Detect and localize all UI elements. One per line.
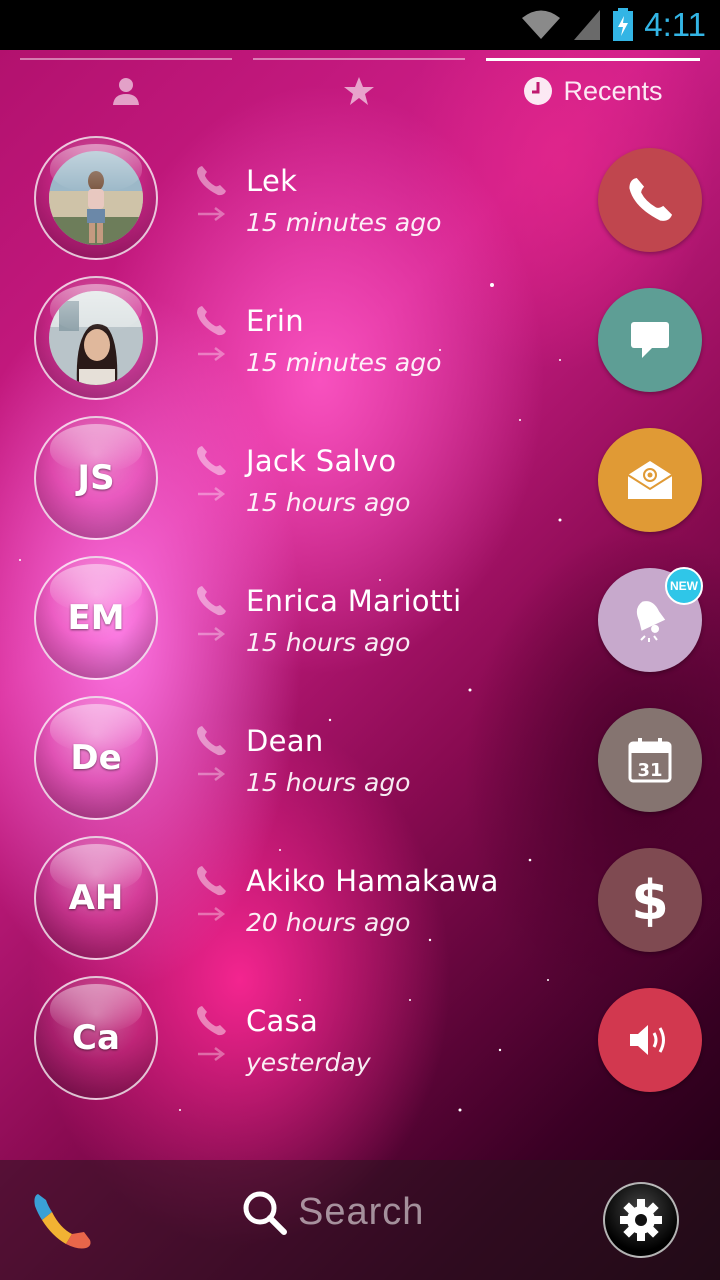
new-badge: NEW (665, 567, 703, 605)
signal-icon (574, 10, 601, 40)
call-time: 20 hours ago (246, 908, 411, 937)
bell-icon (636, 601, 666, 642)
settings-button[interactable] (603, 1182, 679, 1258)
dialer-logo-icon[interactable] (32, 1190, 94, 1252)
calendar-icon: 31 (628, 738, 672, 783)
contact-photo (49, 151, 143, 245)
avatar-initials: EM (67, 598, 125, 638)
contact-name: Erin (246, 304, 304, 338)
contact-name: Dean (246, 724, 324, 758)
bottom-bar: Search (0, 1160, 720, 1280)
email-button[interactable] (598, 428, 702, 532)
incoming-arrow-icon (198, 627, 226, 641)
call-time: 15 minutes ago (246, 348, 442, 377)
gear-icon (620, 1199, 662, 1241)
incoming-arrow-icon (198, 1047, 226, 1061)
avatar-initials: AH (68, 878, 124, 918)
avatar[interactable]: AH (34, 836, 158, 960)
phone-icon (197, 726, 226, 756)
phone-icon (197, 866, 226, 896)
status-bar: 4:11 (0, 0, 720, 50)
clock: 4:11 (644, 6, 706, 43)
phone-icon (197, 586, 226, 616)
contact-name: Lek (246, 164, 298, 198)
tab-contacts[interactable] (20, 58, 232, 118)
call-time: 15 minutes ago (246, 208, 442, 237)
phone-icon (197, 166, 226, 196)
tab-favorites[interactable] (253, 58, 465, 118)
contact-name: Enrica Mariotti (246, 584, 462, 618)
calendar-day: 31 (637, 760, 662, 781)
avatar-initials: De (70, 738, 122, 778)
payment-button[interactable]: $ (598, 848, 702, 952)
avatar-initials: JS (77, 458, 115, 498)
battery-icon (613, 8, 634, 41)
call-button[interactable] (598, 148, 702, 252)
person-icon (113, 78, 139, 105)
message-button[interactable] (598, 288, 702, 392)
call-time: 15 hours ago (246, 488, 411, 517)
speaker-icon (630, 1025, 665, 1055)
contact-name: Jack Salvo (246, 444, 397, 478)
avatar[interactable]: JS (34, 416, 158, 540)
phone-icon (197, 1006, 226, 1036)
tab-divider (20, 58, 232, 60)
contact-name: Akiko Hamakawa (246, 864, 499, 898)
envelope-icon (627, 461, 673, 499)
tab-bar: Recents (0, 58, 720, 118)
avatar-initials: Ca (72, 1018, 120, 1058)
call-time: yesterday (246, 1048, 371, 1077)
tab-divider (486, 58, 700, 61)
call-time: 15 hours ago (246, 628, 411, 657)
incoming-arrow-icon (198, 207, 226, 221)
tab-divider (253, 58, 465, 60)
contact-photo (49, 291, 143, 385)
search-placeholder: Search (298, 1190, 425, 1233)
tab-recents-label: Recents (563, 75, 663, 106)
search-field[interactable]: Search (240, 1188, 424, 1236)
wifi-icon (522, 10, 561, 39)
incoming-arrow-icon (198, 767, 226, 781)
volume-button[interactable] (598, 988, 702, 1092)
star-icon (344, 77, 374, 105)
chat-icon (631, 322, 669, 358)
clock-icon (524, 77, 553, 105)
contact-name: Casa (246, 1004, 319, 1038)
avatar[interactable]: De (34, 696, 158, 820)
avatar[interactable]: Ca (34, 976, 158, 1100)
tab-recents[interactable]: Recents (486, 58, 700, 118)
avatar[interactable]: EM (34, 556, 158, 680)
dollar-icon: $ (631, 868, 669, 932)
phone-icon (197, 446, 226, 476)
calendar-button[interactable]: 31 (598, 708, 702, 812)
avatar[interactable] (34, 276, 158, 400)
call-time: 15 hours ago (246, 768, 411, 797)
incoming-arrow-icon (198, 487, 226, 501)
avatar[interactable] (34, 136, 158, 260)
search-icon (243, 1191, 287, 1235)
incoming-arrow-icon (198, 907, 226, 921)
incoming-arrow-icon (198, 347, 226, 361)
phone-icon (197, 306, 226, 336)
phone-icon (629, 177, 673, 221)
